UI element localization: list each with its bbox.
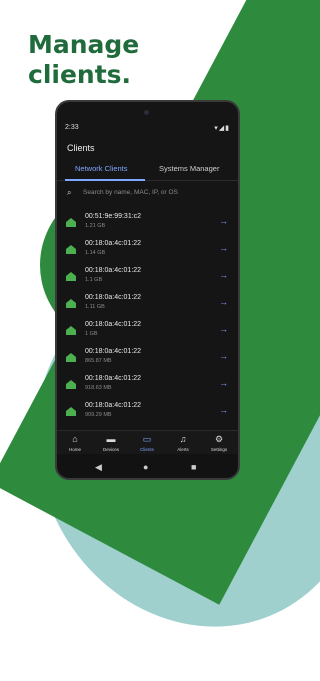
- client-row[interactable]: 00:18:0a:4c:01:22 1.11 GB →: [57, 291, 238, 318]
- arrow-right-icon: →: [219, 297, 228, 307]
- status-time: 2:33: [65, 124, 79, 131]
- tab-systems-manager[interactable]: Systems Manager: [159, 164, 219, 173]
- client-home-icon: [66, 380, 76, 389]
- client-mac: 00:18:0a:4c:01:22: [85, 321, 142, 328]
- arrow-right-icon: →: [219, 216, 228, 226]
- client-mac: 00:18:0a:4c:01:22: [85, 375, 142, 382]
- client-row[interactable]: 00:51:9e:99:31:c2 1.21 GB →: [57, 210, 238, 237]
- home-button-icon[interactable]: ●: [143, 462, 148, 472]
- devices-icon: ▬: [106, 434, 116, 444]
- client-mac: 00:18:0a:4c:01:22: [85, 348, 142, 355]
- client-usage: 1.14 GB: [85, 250, 106, 256]
- arrow-right-icon: →: [219, 243, 228, 253]
- nav-label: Settings: [210, 447, 228, 452]
- client-usage: 1.11 GB: [85, 304, 105, 310]
- client-row[interactable]: 00:18:0a:4c:01:22 1 GB →: [57, 318, 238, 345]
- client-row[interactable]: 00:18:0a:4c:01:22 1.1 GB →: [57, 264, 238, 291]
- nav-clients[interactable]: ▭ Clients: [129, 434, 165, 452]
- client-mac: 00:18:0a:4c:01:22: [85, 402, 142, 409]
- nav-label: Alerts: [177, 447, 189, 452]
- client-home-icon: [66, 353, 76, 362]
- client-mac: 00:18:0a:4c:01:22: [85, 294, 142, 301]
- client-usage: 865.87 MB: [85, 358, 112, 364]
- back-icon[interactable]: ◀: [95, 462, 102, 473]
- nav-label: Home: [68, 447, 81, 452]
- status-icons: ▾◢▮: [214, 124, 230, 132]
- nav-settings[interactable]: ⚙ Settings: [201, 434, 237, 452]
- tab-bar: Network Clients Systems Manager: [57, 160, 238, 181]
- client-row[interactable]: 00:18:0a:4c:01:22 1.14 GB →: [57, 237, 238, 264]
- camera-icon: [144, 110, 149, 115]
- arrow-right-icon: →: [219, 270, 228, 280]
- client-mac: 00:18:0a:4c:01:22: [85, 267, 142, 274]
- phone-frame: 2:33 ▾◢▮ Clients Network Clients Systems…: [55, 100, 240, 480]
- headline: Manage clients.: [28, 30, 139, 90]
- client-row[interactable]: 00:18:0a:4c:01:22 865.87 MB →: [57, 345, 238, 372]
- laptop-icon: ▭: [142, 434, 152, 444]
- arrow-right-icon: →: [219, 378, 228, 388]
- client-mac: 00:18:0a:4c:01:22: [85, 240, 142, 247]
- client-row[interactable]: 00:18:0a:4c:01:22 909.29 MB →: [57, 399, 238, 426]
- client-usage: 909.29 MB: [85, 412, 112, 418]
- client-home-icon: [66, 272, 76, 281]
- arrow-right-icon: →: [219, 351, 228, 361]
- arrow-right-icon: →: [219, 405, 228, 415]
- page-title: Clients: [67, 143, 95, 153]
- client-list: 00:51:9e:99:31:c2 1.21 GB → 00:18:0a:4c:…: [57, 210, 238, 426]
- nav-alerts[interactable]: ♫ Alerts: [165, 434, 201, 452]
- nav-label: Clients: [140, 447, 154, 452]
- active-tab-indicator: [65, 179, 145, 181]
- client-usage: 1 GB: [85, 331, 98, 337]
- gear-icon: ⚙: [214, 434, 224, 444]
- client-usage: 1.1 GB: [85, 277, 103, 283]
- search-placeholder: Search by name, MAC, IP, or OS: [83, 189, 178, 196]
- headline-line-1: Manage: [28, 30, 140, 59]
- status-bar: 2:33 ▾◢▮: [65, 124, 230, 134]
- nav-home[interactable]: ⌂ Home: [57, 434, 93, 452]
- client-usage: 918.63 MB: [85, 385, 112, 391]
- arrow-right-icon: →: [219, 324, 228, 334]
- nav-label: Devices: [102, 447, 119, 452]
- nav-devices[interactable]: ▬ Devices: [93, 434, 129, 452]
- headline-line-2: clients.: [28, 60, 132, 89]
- client-row[interactable]: 00:18:0a:4c:01:22 918.63 MB →: [57, 372, 238, 399]
- search-input[interactable]: ⌕ Search by name, MAC, IP, or OS: [67, 188, 227, 200]
- client-home-icon: [66, 326, 76, 335]
- client-home-icon: [66, 299, 76, 308]
- client-home-icon: [66, 218, 76, 227]
- system-nav-bar: ◀ ● ■: [57, 454, 238, 478]
- client-home-icon: [66, 407, 76, 416]
- bell-icon: ♫: [179, 434, 187, 444]
- battery-icon: ▮: [225, 125, 230, 132]
- recents-icon[interactable]: ■: [191, 462, 196, 472]
- search-icon: ⌕: [67, 188, 72, 197]
- bottom-nav: ⌂ Home ▬ Devices ▭ Clients ♫ Alerts ⚙ Se…: [57, 430, 238, 455]
- client-usage: 1.21 GB: [85, 223, 106, 229]
- client-mac: 00:51:9e:99:31:c2: [85, 213, 142, 220]
- tab-network-clients[interactable]: Network Clients: [75, 164, 128, 173]
- client-home-icon: [66, 245, 76, 254]
- home-icon: ⌂: [72, 434, 78, 444]
